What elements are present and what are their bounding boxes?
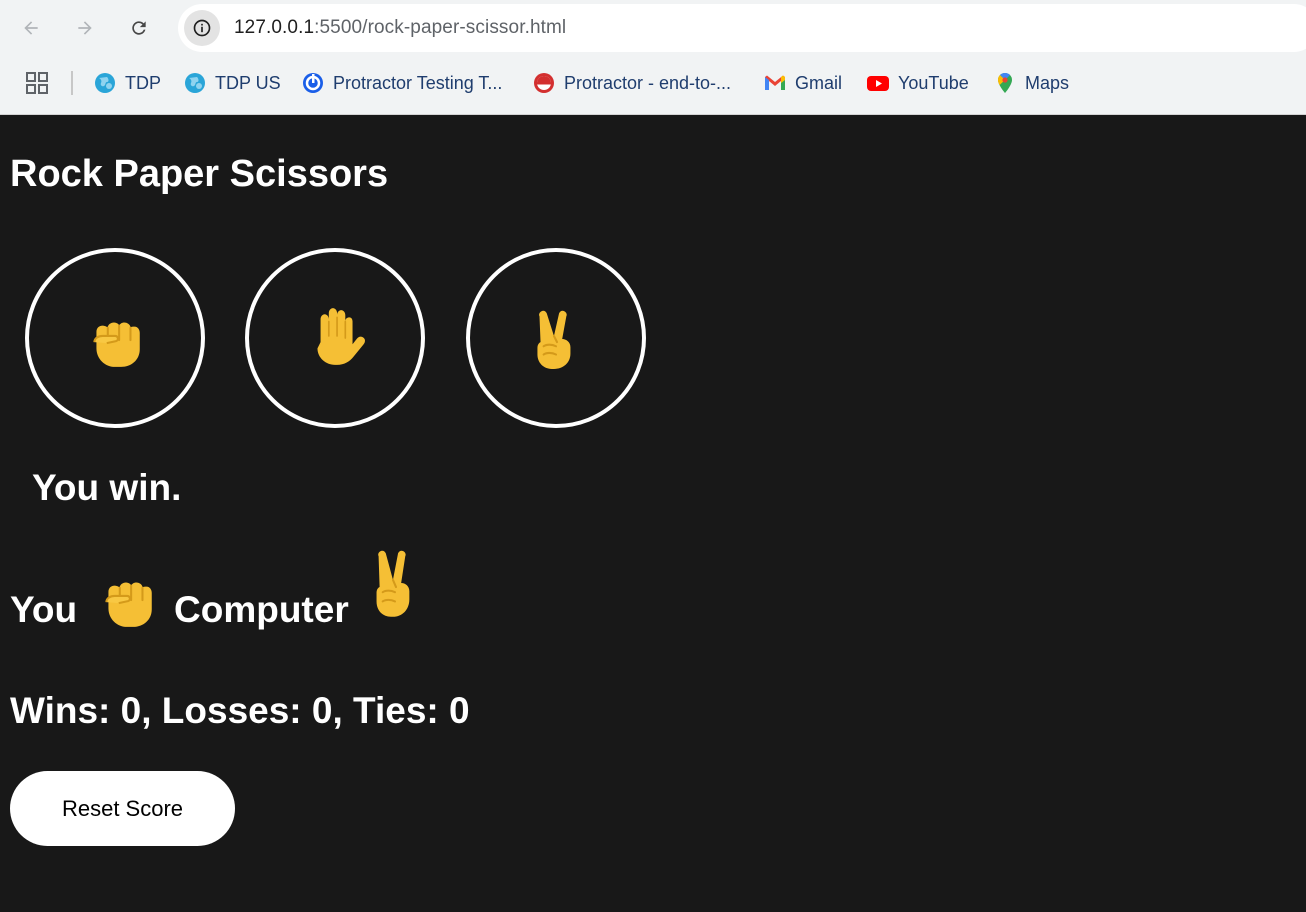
forward-button[interactable] [67, 10, 103, 46]
score-text: Wins: 0, Losses: 0, Ties: 0 [10, 690, 470, 731]
reload-button[interactable] [121, 10, 157, 46]
globe-icon [182, 70, 208, 96]
url-path: :5500/rock-paper-scissor.html [314, 17, 567, 38]
info-icon [193, 19, 211, 37]
bookmark-label: Gmail [795, 72, 843, 93]
arrow-right-icon [78, 21, 92, 35]
bookmark-tdp-us[interactable]: TDP US [182, 69, 281, 97]
url-host: 127.0.0.1 [234, 17, 315, 38]
browser-toolbar: 127.0.0.1:5500/rock-paper-scissor.html [0, 0, 1306, 57]
gmail-icon [762, 70, 788, 96]
moves-display: You Computer [10, 545, 610, 665]
protractor-testing-icon [300, 70, 326, 96]
rock-fist-icon [93, 322, 140, 367]
bookmark-label: Protractor Testing T... [333, 72, 503, 93]
bookmark-tdp[interactable]: TDP [92, 69, 161, 97]
scissors-button[interactable] [466, 248, 646, 428]
bookmark-label: Protractor - end-to-... [564, 72, 732, 93]
result-text: You win. [32, 467, 182, 508]
bookmark-label: YouTube [898, 72, 969, 93]
scissors-victory-icon [376, 550, 410, 617]
bookmark-label: Maps [1025, 72, 1070, 93]
bookmark-label: TDP US [215, 72, 281, 93]
paper-hand-icon [317, 308, 365, 365]
browser-chrome: 127.0.0.1:5500/rock-paper-scissor.html T… [0, 0, 1306, 115]
bookmark-label: TDP [125, 72, 161, 93]
reload-icon [132, 21, 146, 35]
game-page: Rock Paper Scissors You win. You Compute… [0, 115, 1306, 912]
address-bar[interactable]: 127.0.0.1:5500/rock-paper-scissor.html [178, 4, 1306, 52]
bookmark-protractor[interactable]: Protractor - end-to-... [531, 69, 731, 97]
apps-grid-icon[interactable] [26, 72, 48, 94]
you-label: You [10, 589, 78, 630]
bookmark-protractor-testing[interactable]: Protractor Testing T... [300, 69, 502, 97]
maps-icon [992, 70, 1018, 96]
scissors-victory-icon [537, 310, 571, 369]
rock-button[interactable] [25, 248, 205, 428]
bookmark-gmail[interactable]: Gmail [762, 69, 842, 97]
bookmark-maps[interactable]: Maps [992, 69, 1069, 97]
computer-label: Computer [174, 589, 349, 630]
rock-fist-icon [105, 582, 152, 627]
globe-icon [92, 70, 118, 96]
reset-score-button[interactable]: Reset Score [10, 771, 235, 846]
youtube-icon [865, 70, 891, 96]
site-info-button[interactable] [184, 10, 220, 46]
protractor-icon [531, 70, 557, 96]
bookmarks-separator [71, 71, 73, 95]
arrow-left-icon [24, 21, 38, 35]
back-button[interactable] [13, 10, 49, 46]
paper-button[interactable] [245, 248, 425, 428]
url-text[interactable]: 127.0.0.1:5500/rock-paper-scissor.html [234, 17, 566, 39]
page-title: Rock Paper Scissors [10, 153, 389, 195]
bookmark-youtube[interactable]: YouTube [865, 69, 969, 97]
